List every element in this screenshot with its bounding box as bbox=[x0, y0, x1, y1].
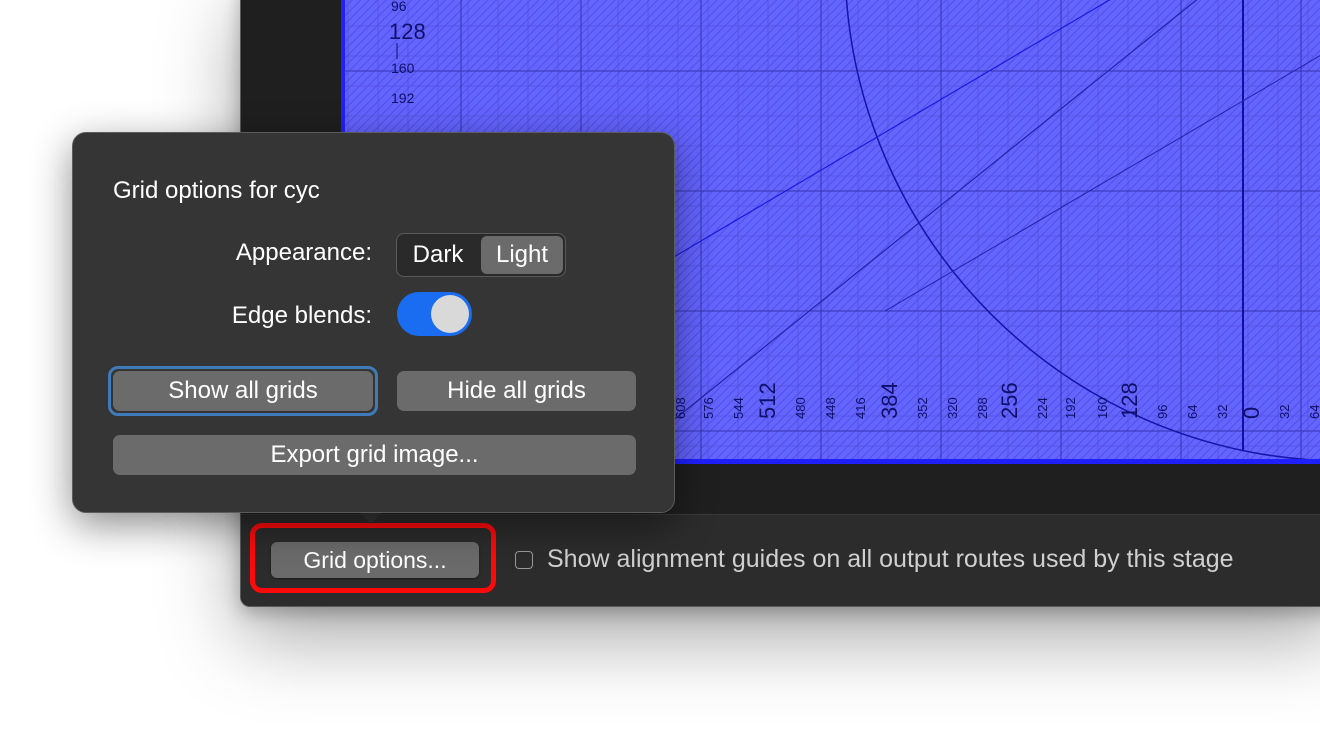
left-ruler-label: 160 bbox=[391, 60, 415, 76]
alignment-guides-checkbox[interactable] bbox=[515, 551, 533, 569]
left-ruler-label: 192 bbox=[391, 90, 415, 106]
appearance-label: Appearance: bbox=[235, 239, 372, 266]
bottom-ruler-label: 352 bbox=[915, 397, 930, 419]
bottom-ruler-label: 64 bbox=[1307, 405, 1320, 419]
bottom-ruler-label: 64 bbox=[1185, 405, 1200, 419]
bottom-ruler-label: 192 bbox=[1063, 397, 1078, 419]
export-grid-image-button[interactable]: Export grid image... bbox=[113, 435, 636, 475]
appearance-dark-option[interactable]: Dark bbox=[401, 236, 475, 274]
bottom-ruler-label: 32 bbox=[1215, 405, 1230, 419]
bottom-ruler-label: 224 bbox=[1035, 397, 1050, 419]
toggle-knob bbox=[431, 295, 469, 333]
popover-title: Grid options for cyc bbox=[113, 177, 320, 204]
bottom-ruler-label: 32 bbox=[1277, 405, 1292, 419]
bottom-ruler-label: 544 bbox=[731, 397, 746, 419]
bottom-ruler-label: 608 bbox=[673, 397, 688, 419]
bottom-ruler-label: 448 bbox=[823, 397, 838, 419]
highlight-annotation bbox=[250, 523, 496, 593]
bottom-ruler-label: 128 bbox=[1117, 382, 1142, 419]
left-ruler-label: 128 bbox=[389, 19, 426, 44]
bottom-ruler-label: 96 bbox=[1155, 405, 1170, 419]
bottom-ruler-label: 288 bbox=[975, 397, 990, 419]
bottom-ruler-label: 576 bbox=[701, 397, 716, 419]
bottom-ruler-label: 160 bbox=[1095, 397, 1110, 419]
bottom-ruler-label: 256 bbox=[997, 382, 1022, 419]
bottom-ruler-label: 512 bbox=[755, 382, 780, 419]
left-ruler-label: 96 bbox=[391, 0, 407, 14]
bottom-ruler-label: 320 bbox=[945, 397, 960, 419]
edge-blends-toggle[interactable] bbox=[397, 292, 472, 336]
bottom-ruler-label: 480 bbox=[793, 397, 808, 419]
appearance-light-option[interactable]: Light bbox=[481, 236, 563, 274]
bottom-ruler-label: 0 bbox=[1239, 407, 1264, 419]
bottom-ruler-label: 416 bbox=[853, 397, 868, 419]
show-all-grids-button[interactable]: Show all grids bbox=[113, 371, 373, 411]
edge-blends-label: Edge blends: bbox=[231, 302, 372, 329]
bottom-ruler-label: 384 bbox=[877, 382, 902, 419]
appearance-segmented-control: Dark Light bbox=[396, 233, 566, 277]
alignment-guides-label: Show alignment guides on all output rout… bbox=[547, 545, 1234, 573]
hide-all-grids-button[interactable]: Hide all grids bbox=[397, 371, 636, 411]
grid-options-popover: Grid options for cyc Appearance: Dark Li… bbox=[72, 132, 675, 513]
